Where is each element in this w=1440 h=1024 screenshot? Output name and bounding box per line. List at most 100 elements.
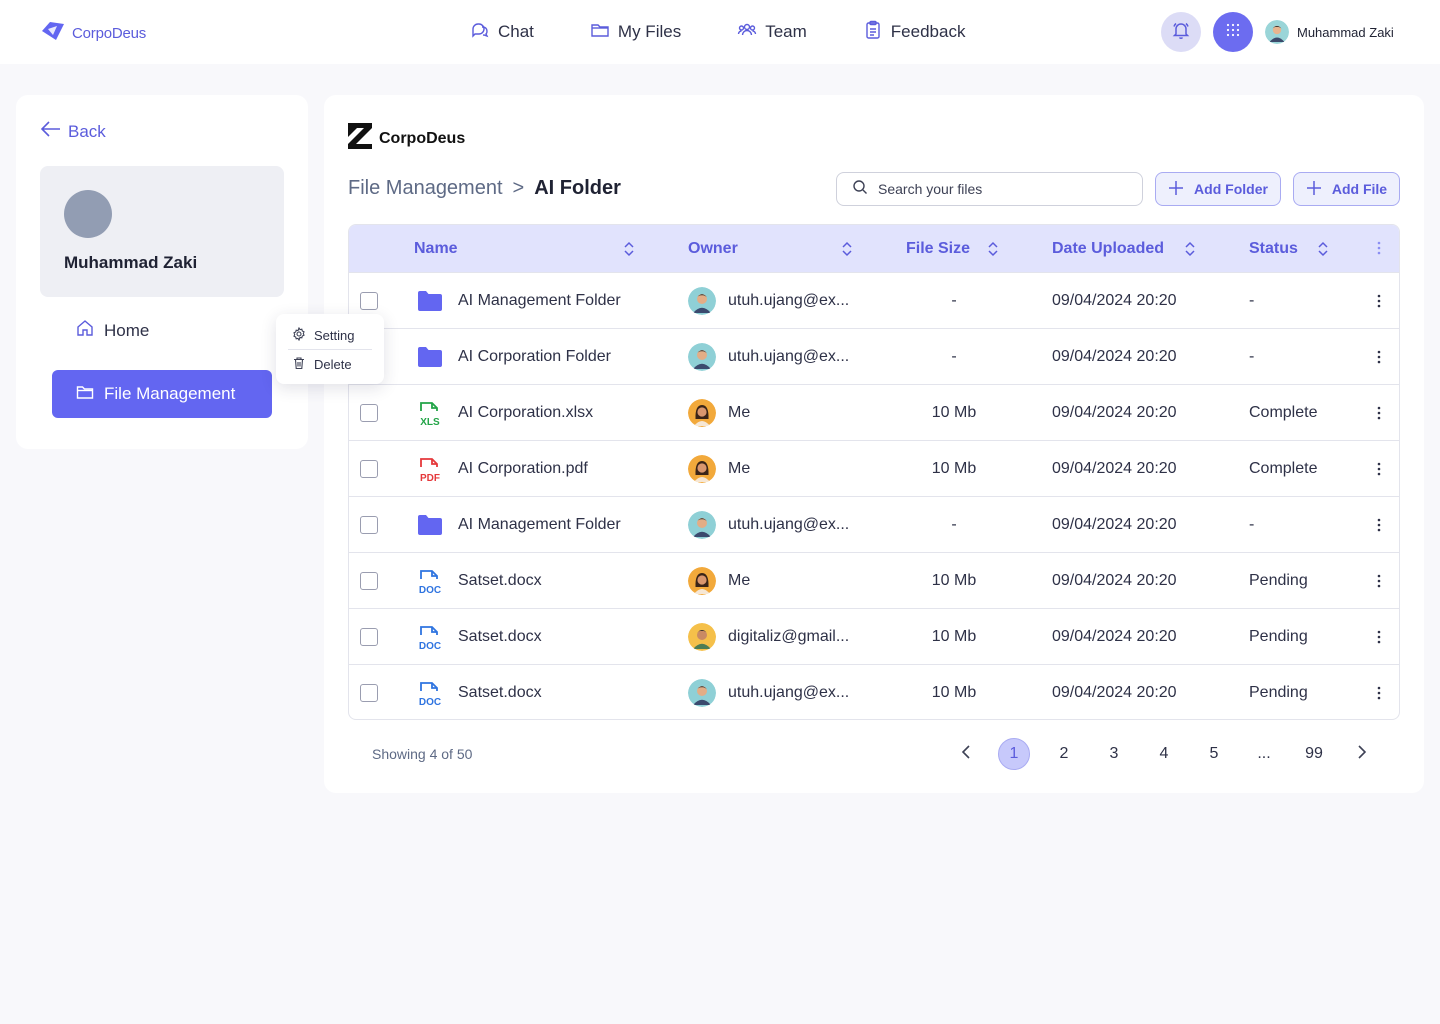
table-row[interactable]: DOC Satset.docx utuh.ujang@ex... 10 Mb 09/04… (349, 664, 1399, 719)
breadcrumb-root[interactable]: File Management (348, 177, 503, 200)
row-more-icon[interactable] (1369, 459, 1389, 479)
table-row[interactable]: AI Management Folder utuh.ujang@ex... - 09/… (349, 496, 1399, 553)
sidebar-item-home[interactable]: Home (76, 319, 149, 342)
svg-text:DOC: DOC (419, 641, 441, 651)
row-checkbox[interactable] (360, 292, 378, 310)
table-row[interactable]: DOC Satset.docx digitaliz@gmail... 10 Mb 09/… (349, 608, 1399, 665)
sort-icon[interactable] (986, 240, 1000, 258)
file-name[interactable]: Satset.docx (458, 609, 542, 665)
page-button[interactable]: 4 (1148, 738, 1180, 770)
brand-logo[interactable]: CorpoDeus (40, 20, 146, 47)
row-more-icon[interactable] (1369, 403, 1389, 423)
page-button[interactable]: 99 (1298, 738, 1330, 770)
file-name[interactable]: Satset.docx (458, 665, 542, 719)
row-more-icon[interactable] (1369, 627, 1389, 647)
table-row[interactable]: XLS AI Corporation.xlsx Me 10 Mb 09/04/2024 … (349, 384, 1399, 441)
corpodeus-logo-icon (40, 20, 66, 47)
search-input[interactable] (878, 181, 1118, 197)
prev-page-button[interactable] (950, 738, 982, 770)
nav-item-chat[interactable]: Chat (470, 20, 534, 45)
menu-label-setting: Setting (314, 328, 355, 343)
nav-label-feedback: Feedback (890, 22, 966, 41)
owner-name: utuh.ujang@ex... (728, 684, 850, 701)
search-box[interactable] (836, 172, 1143, 206)
apps-grid-button[interactable] (1213, 12, 1253, 52)
add-file-button[interactable]: Add File (1293, 172, 1400, 206)
header-more-icon[interactable] (1369, 238, 1389, 258)
row-more-icon[interactable] (1369, 683, 1389, 703)
brand-name: CorpoDeus (72, 25, 147, 42)
chat-icon (470, 20, 490, 45)
date-uploaded: 09/04/2024 20:20 (1052, 684, 1177, 701)
chevron-right-icon (1357, 744, 1367, 765)
user-menu[interactable]: Muhammad Zaki (1265, 20, 1394, 44)
page-button[interactable]: 5 (1198, 738, 1230, 770)
file-name[interactable]: AI Corporation.pdf (458, 441, 588, 497)
svg-text:XLS: XLS (420, 417, 440, 427)
avatar (688, 399, 716, 427)
menu-item-setting[interactable]: Setting (292, 326, 355, 344)
file-name[interactable]: Satset.docx (458, 553, 542, 609)
page-button[interactable]: 3 (1098, 738, 1130, 770)
row-checkbox[interactable] (360, 460, 378, 478)
page-button[interactable]: 2 (1048, 738, 1080, 770)
file-size: - (951, 292, 957, 309)
avatar (688, 567, 716, 595)
owner-name: utuh.ujang@ex... (728, 292, 850, 309)
context-menu: Setting Delete (276, 314, 384, 384)
row-checkbox[interactable] (360, 572, 378, 590)
sidebar-label-home: Home (104, 320, 150, 340)
file-name[interactable]: AI Corporation Folder (458, 329, 611, 385)
status-text: Pending (1249, 572, 1308, 589)
add-folder-button[interactable]: Add Folder (1155, 172, 1281, 206)
column-header-size[interactable]: File Size (906, 225, 970, 272)
column-header-name[interactable]: Name (414, 225, 458, 272)
sort-icon[interactable] (622, 240, 636, 258)
page-button[interactable]: 1 (998, 738, 1030, 770)
column-header-status[interactable]: Status (1249, 225, 1298, 272)
table-row[interactable]: AI Management Folder utuh.ujang@ex... - 09/… (349, 272, 1399, 329)
owner-cell: utuh.ujang@ex... (688, 329, 849, 385)
sort-icon[interactable] (1316, 240, 1330, 258)
top-navbar: CorpoDeus Chat My Files Team Feedback Mu… (0, 0, 1440, 64)
row-checkbox[interactable] (360, 404, 378, 422)
date-uploaded: 09/04/2024 20:20 (1052, 404, 1177, 421)
table-row[interactable]: PDF AI Corporation.pdf Me 10 Mb 09/04/2024 2… (349, 440, 1399, 497)
row-more-icon[interactable] (1369, 291, 1389, 311)
row-checkbox[interactable] (360, 628, 378, 646)
table-row[interactable]: DOC Satset.docx Me 10 Mb 09/04/2024 20:20 Pen… (349, 552, 1399, 609)
folder-icon (417, 289, 443, 313)
sidebar-item-file-management[interactable]: File Management (52, 370, 272, 418)
folder-icon (590, 20, 610, 45)
table-row[interactable]: AI Corporation Folder utuh.ujang@ex... - 09… (349, 328, 1399, 385)
next-page-button[interactable] (1346, 738, 1378, 770)
folder-icon (417, 513, 443, 537)
sort-icon[interactable] (1183, 240, 1197, 258)
xls-file-icon: XLS (417, 401, 443, 428)
file-name[interactable]: AI Management Folder (458, 497, 621, 553)
date-uploaded: 09/04/2024 20:20 (1052, 348, 1177, 365)
owner-cell: Me (688, 553, 750, 609)
status-text: - (1249, 348, 1255, 365)
nav-item-feedback[interactable]: Feedback (863, 20, 966, 45)
main-nav: Chat My Files Team Feedback (470, 0, 965, 64)
row-more-icon[interactable] (1369, 515, 1389, 535)
files-table: Name Owner File Size Date Uploaded Statu… (348, 224, 1400, 720)
sidebar-label-file-management: File Management (104, 384, 236, 403)
row-more-icon[interactable] (1369, 347, 1389, 367)
file-name[interactable]: AI Corporation.xlsx (458, 385, 593, 441)
column-header-date[interactable]: Date Uploaded (1052, 225, 1164, 272)
nav-item-my-files[interactable]: My Files (590, 20, 681, 45)
menu-item-delete[interactable]: Delete (292, 356, 352, 373)
row-more-icon[interactable] (1369, 571, 1389, 591)
notification-button[interactable] (1161, 12, 1201, 52)
add-folder-label: Add Folder (1194, 181, 1268, 197)
column-header-owner[interactable]: Owner (688, 225, 738, 272)
nav-item-team[interactable]: Team (737, 20, 807, 45)
back-button[interactable]: Back (40, 119, 106, 144)
file-name[interactable]: AI Management Folder (458, 273, 621, 329)
column-label-date: Date Uploaded (1052, 239, 1165, 257)
row-checkbox[interactable] (360, 516, 378, 534)
sort-icon[interactable] (840, 240, 854, 258)
row-checkbox[interactable] (360, 684, 378, 702)
